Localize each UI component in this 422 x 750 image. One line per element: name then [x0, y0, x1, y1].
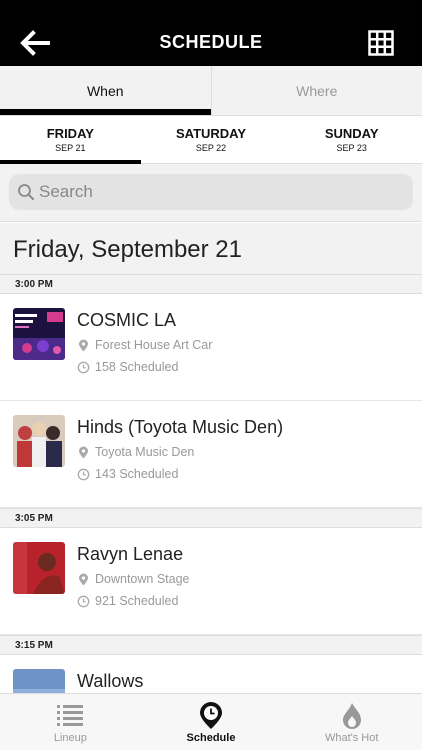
- event-thumbnail: [13, 542, 65, 594]
- time-header: 3:00 PM: [0, 274, 422, 294]
- time-header: 3:05 PM: [0, 508, 422, 528]
- day-name: SUNDAY: [324, 126, 379, 141]
- nav-label: Schedule: [186, 732, 236, 744]
- event-row[interactable]: COSMIC LA Forest House Art Car 158 Sched…: [0, 294, 422, 401]
- time-label: 3:00 PM: [15, 279, 53, 290]
- event-location-text: Forest House Art Car: [95, 338, 213, 352]
- location-pin-icon: [79, 446, 88, 458]
- time-label: 3:05 PM: [15, 513, 53, 524]
- event-scheduled-count: 158 Scheduled: [95, 360, 179, 374]
- event-thumbnail: [13, 415, 65, 467]
- day-date: SEP 23: [336, 143, 367, 153]
- nav-label: What's Hot: [324, 732, 379, 744]
- search-bar: [0, 164, 422, 222]
- event-location: Downtown Stage: [77, 572, 190, 586]
- view-tabs: When Where: [0, 66, 422, 116]
- search-box[interactable]: [9, 174, 413, 210]
- tab-friday[interactable]: FRIDAY SEP 21: [0, 116, 141, 164]
- event-title: COSMIC LA: [77, 310, 177, 330]
- location-pin-icon: [79, 339, 88, 351]
- search-input[interactable]: [39, 174, 399, 210]
- nav-schedule[interactable]: Schedule: [141, 694, 282, 750]
- day-name: SATURDAY: [175, 126, 247, 141]
- tab-sunday[interactable]: SUNDAY SEP 23: [281, 116, 422, 163]
- event-thumbnail: [13, 308, 65, 360]
- day-name: FRIDAY: [46, 126, 94, 141]
- tab-when[interactable]: When: [0, 66, 211, 115]
- nav-lineup[interactable]: Lineup: [0, 694, 141, 750]
- time-header: 3:15 PM: [0, 635, 422, 655]
- event-scheduled-count: 143 Scheduled: [95, 467, 179, 481]
- clock-icon: [77, 468, 90, 480]
- day-heading-text: Friday, September 21: [13, 236, 242, 263]
- nav-label: Lineup: [53, 732, 87, 744]
- tab-saturday[interactable]: SATURDAY SEP 22: [141, 116, 282, 163]
- event-title: Ravyn Lenae: [77, 544, 184, 564]
- clock-icon: [77, 361, 90, 373]
- event-row[interactable]: Hinds (Toyota Music Den) Toyota Music De…: [0, 401, 422, 508]
- tab-where-label: Where: [296, 82, 338, 99]
- event-location: Forest House Art Car: [77, 338, 212, 352]
- day-date: SEP 21: [55, 143, 86, 153]
- day-date: SEP 22: [195, 143, 227, 153]
- day-tabs: FRIDAY SEP 21 SATURDAY SEP 22 SUNDAY SEP…: [0, 116, 422, 164]
- search-icon: [18, 184, 34, 200]
- clock-icon: [77, 595, 90, 607]
- tab-where[interactable]: Where: [210, 66, 422, 115]
- nav-whats-hot[interactable]: What's Hot: [281, 694, 422, 750]
- grid-view-icon[interactable]: [368, 30, 394, 56]
- event-row[interactable]: Ravyn Lenae Downtown Stage 921 Scheduled: [0, 528, 422, 635]
- flame-icon: [342, 703, 361, 729]
- day-heading: Friday, September 21: [0, 223, 422, 275]
- event-scheduled: 921 Scheduled: [77, 594, 178, 608]
- location-pin-icon: [79, 573, 88, 585]
- event-scheduled-count: 921 Scheduled: [95, 594, 179, 608]
- time-label: 3:15 PM: [15, 640, 53, 651]
- event-location: Toyota Music Den: [77, 445, 194, 459]
- app-header: SCHEDULE: [0, 0, 422, 66]
- list-icon: [57, 705, 84, 726]
- event-location-text: Toyota Music Den: [95, 445, 195, 459]
- clock-pin-icon: [200, 702, 222, 729]
- event-location-text: Downtown Stage: [95, 572, 190, 586]
- event-scheduled: 143 Scheduled: [77, 467, 178, 481]
- page-title: SCHEDULE: [159, 32, 263, 52]
- event-scheduled: 158 Scheduled: [77, 360, 178, 374]
- tab-when-label: When: [86, 82, 124, 99]
- event-title: Wallows: [77, 671, 144, 691]
- event-title: Hinds (Toyota Music Den): [77, 417, 284, 437]
- bottom-nav: Lineup Schedule What's Hot: [0, 693, 422, 750]
